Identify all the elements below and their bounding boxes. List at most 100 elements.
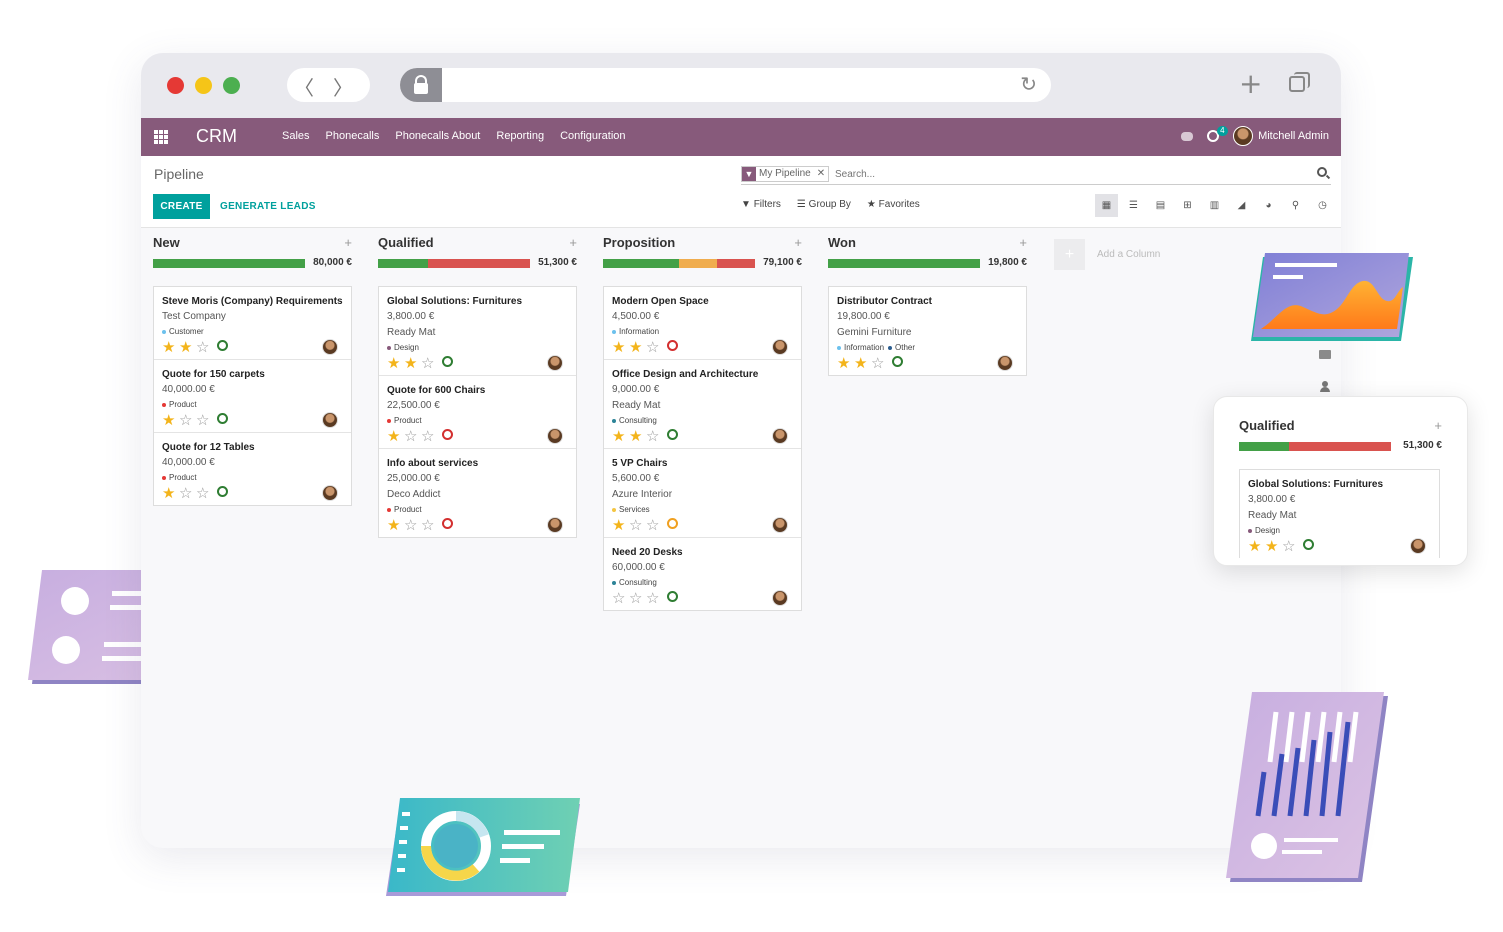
priority-star-icon[interactable]: ☆	[871, 356, 888, 371]
reload-icon[interactable]: ↻	[1020, 72, 1037, 96]
facet-remove-icon[interactable]: ✕	[814, 167, 828, 181]
column-progress-bar[interactable]	[828, 259, 980, 268]
column-progress-bar[interactable]	[153, 259, 305, 268]
filters-dropdown[interactable]: ▼ Filters	[741, 199, 781, 210]
close-window-dot[interactable]	[167, 77, 184, 94]
forward-icon[interactable]: 〉	[333, 72, 353, 101]
priority-star-icon[interactable]: ★	[179, 340, 196, 355]
column-title[interactable]: Won	[828, 235, 856, 250]
menu-phonecalls[interactable]: Phonecalls	[326, 130, 380, 142]
priority-star-icon[interactable]: ☆	[646, 591, 663, 606]
progress-segment[interactable]	[679, 259, 717, 268]
add-column-button[interactable]: +	[1054, 239, 1085, 270]
tabs-overview-icon[interactable]	[1289, 72, 1310, 92]
priority-star-icon[interactable]: ☆	[646, 518, 663, 533]
priority-star-icon[interactable]: ★	[404, 356, 421, 371]
priority-star-icon[interactable]: ★	[162, 486, 179, 501]
lead-card[interactable]: Steve Moris (Company) Requirements Test C…	[154, 287, 351, 360]
graph-view-icon[interactable]: ▥	[1203, 194, 1226, 217]
priority-star-icon[interactable]: ☆	[646, 340, 663, 355]
priority-star-icon[interactable]: ☆	[1282, 539, 1299, 554]
progress-segment[interactable]	[153, 259, 305, 268]
maximize-window-dot[interactable]	[223, 77, 240, 94]
activity-icon[interactable]: 4	[1207, 126, 1228, 142]
column-progress-bar[interactable]	[603, 259, 755, 268]
quick-create-icon[interactable]: +	[794, 235, 802, 250]
priority-star-icon[interactable]: ★	[387, 356, 404, 371]
priority-star-icon[interactable]: ★	[612, 340, 629, 355]
priority-star-icon[interactable]: ☆	[196, 413, 213, 428]
lead-card[interactable]: Quote for 150 carpets 40,000.00 € Product ★…	[154, 360, 351, 433]
new-tab-icon[interactable]: +	[1239, 67, 1262, 100]
priority-star-icon[interactable]: ☆	[421, 356, 438, 371]
progress-segment[interactable]	[603, 259, 679, 268]
column-progress-bar[interactable]	[378, 259, 530, 268]
dashboard-view-icon[interactable]: ◕	[1257, 194, 1280, 217]
user-menu[interactable]: Mitchell Admin	[1233, 126, 1329, 146]
lead-card[interactable]: Need 20 Desks 60,000.00 € Consulting ☆ ☆ ☆	[604, 538, 801, 610]
priority-star-icon[interactable]: ☆	[629, 591, 646, 606]
progress-segment[interactable]	[378, 259, 429, 268]
progress-segment[interactable]	[1289, 442, 1391, 451]
add-column-label[interactable]: Add a Column	[1097, 249, 1160, 260]
app-brand[interactable]: CRM	[196, 126, 237, 147]
priority-star-icon[interactable]: ★	[612, 518, 629, 533]
group-by-dropdown[interactable]: ☰ Group By	[797, 199, 851, 210]
activity-clock-icon[interactable]	[442, 356, 453, 367]
activity-clock-icon[interactable]	[217, 340, 228, 351]
lead-card[interactable]: Distributor Contract 19,800.00 € Gemini Fu…	[829, 287, 1026, 375]
activity-clock-icon[interactable]	[442, 518, 453, 529]
lead-card[interactable]: Info about services 25,000.00 € Deco Addic…	[379, 449, 576, 537]
priority-star-icon[interactable]: ★	[629, 429, 646, 444]
menu-reporting[interactable]: Reporting	[496, 130, 544, 142]
lead-card[interactable]: Global Solutions: Furnitures 3,800.00 € Re…	[1240, 470, 1439, 558]
lead-card[interactable]: Quote for 600 Chairs 22,500.00 € Product ★ ☆…	[379, 376, 576, 449]
column-progress-bar[interactable]	[1239, 442, 1391, 451]
activity-clock-icon[interactable]	[667, 429, 678, 440]
progress-segment[interactable]	[428, 259, 530, 268]
calendar-view-icon[interactable]: ▤	[1149, 194, 1172, 217]
url-bar[interactable]: ↻	[400, 68, 1051, 102]
priority-star-icon[interactable]: ☆	[404, 429, 421, 444]
cohort-view-icon[interactable]: ◢	[1230, 194, 1253, 217]
priority-star-icon[interactable]: ☆	[179, 486, 196, 501]
activity-clock-icon[interactable]	[217, 486, 228, 497]
priority-star-icon[interactable]: ☆	[646, 429, 663, 444]
pivot-view-icon[interactable]: ⊞	[1176, 194, 1199, 217]
activity-clock-icon[interactable]	[667, 340, 678, 351]
menu-configuration[interactable]: Configuration	[560, 130, 625, 142]
priority-star-icon[interactable]: ☆	[421, 518, 438, 533]
quick-create-icon[interactable]: +	[569, 235, 577, 250]
favorites-dropdown[interactable]: ★ Favorites	[867, 199, 920, 210]
activity-view-icon[interactable]: ◷	[1311, 194, 1334, 217]
activity-clock-icon[interactable]	[1303, 539, 1314, 550]
search-input[interactable]	[835, 166, 1305, 182]
progress-segment[interactable]	[828, 259, 980, 268]
lead-card[interactable]: Quote for 12 Tables 40,000.00 € Product ★ ☆ ☆	[154, 433, 351, 505]
priority-star-icon[interactable]: ☆	[404, 518, 421, 533]
column-title[interactable]: Proposition	[603, 235, 675, 250]
priority-star-icon[interactable]: ★	[162, 413, 179, 428]
create-button[interactable]: CREATE	[153, 194, 210, 219]
priority-star-icon[interactable]: ☆	[421, 429, 438, 444]
priority-star-icon[interactable]: ★	[387, 429, 404, 444]
menu-sales[interactable]: Sales	[282, 130, 310, 142]
quick-create-icon[interactable]: +	[1019, 235, 1027, 250]
activity-clock-icon[interactable]	[892, 356, 903, 367]
priority-star-icon[interactable]: ★	[837, 356, 854, 371]
search-icon[interactable]	[1317, 167, 1327, 177]
priority-star-icon[interactable]: ★	[612, 429, 629, 444]
priority-star-icon[interactable]: ☆	[196, 486, 213, 501]
lead-card[interactable]: Modern Open Space 4,500.00 € Information ★ ★…	[604, 287, 801, 360]
lead-card[interactable]: Global Solutions: Furnitures 3,800.00 € Re…	[379, 287, 576, 376]
priority-star-icon[interactable]: ★	[854, 356, 871, 371]
apps-grid-icon[interactable]	[154, 130, 168, 144]
priority-star-icon[interactable]: ☆	[629, 518, 646, 533]
quick-create-icon[interactable]: +	[344, 235, 352, 250]
priority-star-icon[interactable]: ☆	[196, 340, 213, 355]
lead-card[interactable]: 5 VP Chairs 5,600.00 € Azure Interior Servi…	[604, 449, 801, 538]
kanban-view-icon[interactable]: ▦	[1095, 194, 1118, 217]
list-view-icon[interactable]: ☰	[1122, 194, 1145, 217]
priority-star-icon[interactable]: ☆	[612, 591, 629, 606]
priority-star-icon[interactable]: ★	[1248, 539, 1265, 554]
